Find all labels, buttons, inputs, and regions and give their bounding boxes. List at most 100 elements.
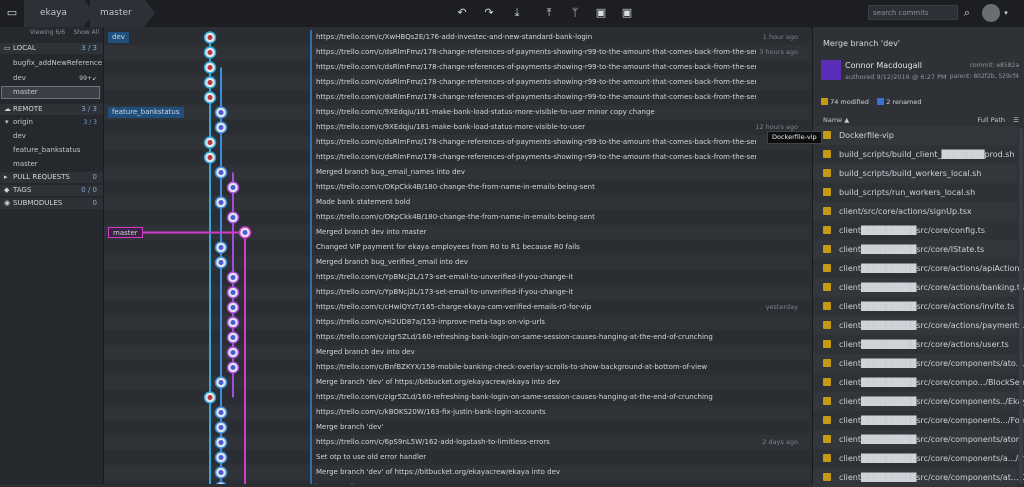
commit-message: https://trello.com/c/9XEdqju/181-make-ba… [316,123,586,131]
ref-label-master[interactable]: master [108,227,143,238]
renamed-count: 2 renamed [886,98,922,106]
file-item[interactable]: client█████████src/core/components/at...… [813,468,1024,487]
file-name: client█████████src/core/components/atom.… [839,435,1024,444]
file-name: client/src/core/actions/signUp.tsx [839,207,972,216]
author-avatar-dot [230,365,236,370]
commit-message: Merged branch dev into dev [316,348,415,356]
ref-label-dev[interactable]: dev [108,32,129,43]
sidebar-item-dev[interactable]: dev 99+↙ [0,73,103,84]
modified-file-icon [823,340,831,348]
file-item[interactable]: client█████████src/core/IState.ts [813,240,1017,259]
file-item[interactable]: Dockerfile-vip [813,126,1017,145]
file-item[interactable]: client█████████src/core/components/a.../… [813,449,1024,468]
pop-icon[interactable]: ▣ [620,6,634,20]
file-list-scrollbar[interactable] [1019,128,1023,484]
sidebar-section-submodules[interactable]: ◉ SUBMODULES 0 [0,198,103,209]
name-column-sort[interactable]: Name ▲ [823,115,849,126]
file-item[interactable]: build_scripts/build_workers_local.sh [813,164,1017,183]
stash-icon[interactable]: ▣ [594,6,608,20]
undo-icon[interactable]: ↶ [455,6,469,20]
file-item[interactable]: client█████████src/core/components.../Fo… [813,411,1024,430]
pull-icon[interactable]: ⤓ [510,6,524,20]
modified-file-icon [823,359,831,367]
full-path-toggle[interactable]: Full Path [978,115,1005,126]
commit-message: Merged branch dev into master [316,228,427,236]
commit-message: https://trello.com/c/YpBNcj2L/173-set-em… [316,273,574,281]
commit-message: https://trello.com/c/kBOKS20W/163-fix-ju… [316,408,546,416]
sidebar-section-tags[interactable]: ◆ TAGS 0 / 0 [0,185,103,196]
file-item[interactable]: build_scripts/run_workers_local.sh [813,183,1017,202]
file-item[interactable]: client/src/core/actions/signUp.tsx [813,202,1017,221]
modified-count: 74 modified [830,98,869,106]
parent-sha[interactable]: parent: 802f2b, 529cf4 [950,73,1019,80]
sidebar-item-origin-master[interactable]: master [0,159,103,170]
file-item[interactable]: client█████████src/core/actions/payments… [813,316,1024,335]
modified-file-icon [823,416,831,424]
commit-message: Changed VIP payment for ekaya employees … [316,243,580,251]
section-label: SUBMODULES [13,199,63,207]
search-icon[interactable]: ⌕ [960,6,974,20]
laptop-icon: ▭ [4,44,11,52]
chevron-down-icon[interactable]: ▾ [1002,6,1010,20]
author-avatar-dot [207,80,213,85]
modified-file-icon [823,169,831,177]
file-item[interactable]: client█████████src/core/components/ato..… [813,354,1024,373]
commit-message: https://trello.com/c/cHwlQYzT/165-charge… [316,303,592,311]
repo-breadcrumb[interactable]: ekaya [24,0,94,27]
show-all-link[interactable]: Show All [73,29,99,36]
cloud-icon: ☁ [4,105,11,113]
file-item[interactable]: client█████████src/core/compo.../BlockSe… [813,373,1024,392]
redo-icon[interactable]: ↷ [482,6,496,20]
modified-file-icon [823,454,831,462]
commit-date: 3 hours ago [759,48,798,56]
file-item[interactable]: client█████████src/core/components../Eka… [813,392,1024,411]
avatar[interactable] [982,4,1000,22]
push-icon[interactable]: ⤒ [542,6,556,20]
file-item[interactable]: build_scripts/build_client_███████prod.s… [813,145,1017,164]
sidebar-item-bugfix[interactable]: bugfix_addNewReference [0,58,103,69]
branch-breadcrumb[interactable]: master [90,0,155,27]
sidebar-section-local[interactable]: ▭ LOCAL 3 / 3 [0,43,103,54]
author-avatar-dot [230,275,236,280]
commit-message: https://trello.com/c/6pS9nL5W/162-add-lo… [316,438,550,446]
commit-message: https://trello.com/c/YpBNcj2L/173-set-em… [316,288,574,296]
sidebar-item-origin-dev[interactable]: dev [0,131,103,142]
list-view-icon[interactable]: ☰ [1013,115,1019,126]
commit-message: https://trello.com/c/dsRlmFmz/178-change… [316,93,756,101]
file-name: client█████████src/core/components/at...… [839,473,1024,482]
commit-sha[interactable]: commit: e8582a [970,62,1019,69]
section-count: 0 [92,199,97,207]
ref-label-feature_bankstatus[interactable]: feature_bankstatus [108,107,184,118]
branch-icon[interactable]: ᛘ [568,6,582,20]
commit-graph[interactable]: https://trello.com/c/XwHBQs2E/176-add-in… [104,27,810,484]
commit-date: 1 hour ago [762,33,798,41]
sidebar-item-origin-feature[interactable]: feature_bankstatus [0,145,103,156]
author-avatar-dot [218,245,224,250]
file-item[interactable]: client█████████src/core/actions/apiActio… [813,259,1024,278]
branch-label: bugfix_addNewReference [13,59,103,67]
file-item[interactable]: client█████████src/core/actions/banking.… [813,278,1024,297]
commit-message: Made bank statement bold [316,198,411,206]
file-item[interactable]: client█████████src/core/actions/user.ts [813,335,1017,354]
sidebar-item-origin[interactable]: ▾ origin 3 / 3 [0,117,103,128]
author-avatar-dot [207,140,213,145]
commit-message: https://trello.com/c/zigr5ZLd/160-refres… [316,393,713,401]
modified-file-icon [823,397,831,405]
commit-message: https://trello.com/c/... [316,480,756,484]
sidebar-item-master[interactable]: master [1,86,100,99]
commit-message: https://trello.com/c/dsRlmFmz/178-change… [316,63,756,71]
modified-file-icon [823,473,831,481]
file-item[interactable]: client█████████src/core/actions/invite.t… [813,297,1017,316]
search-input[interactable]: search commits [868,5,958,20]
sidebar-section-remote[interactable]: ☁ REMOTE 3 / 3 [0,104,103,115]
file-name: client█████████src/core/compo.../BlockSe… [839,378,1024,387]
authored-date: authored 9/12/2016 @ 6:27 PM [845,73,947,81]
author-avatar-dot [242,230,248,235]
sidebar-section-pull-requests[interactable]: ▸ PULL REQUESTS 0 [0,172,103,183]
branch-label: master [13,160,38,168]
file-item[interactable]: client█████████src/core/config.ts [813,221,1017,240]
file-item[interactable]: client█████████src/core/components/atom.… [813,430,1024,449]
file-name: build_scripts/run_workers_local.sh [839,188,976,197]
author-avatar-dot [218,200,224,205]
folder-icon[interactable]: ▭ [4,6,20,20]
